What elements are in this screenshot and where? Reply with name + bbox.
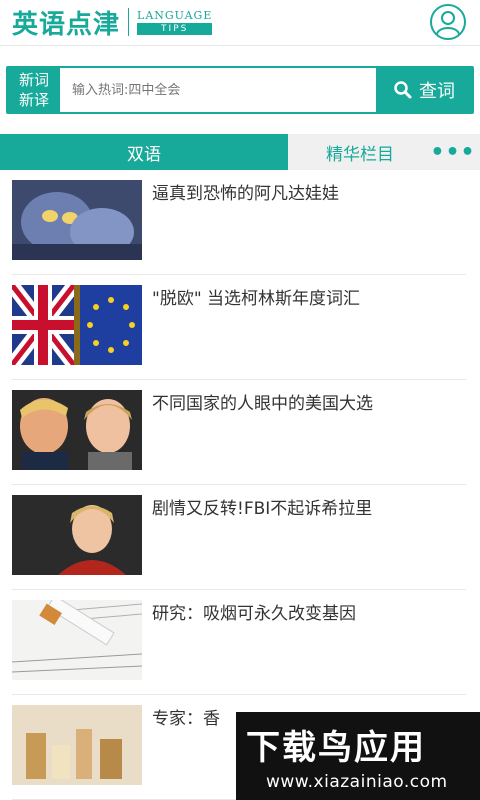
more-tabs-button[interactable]: ••• <box>430 134 474 170</box>
person-icon <box>436 11 460 35</box>
article-title: 剧情又反转!FBI不起诉希拉里 <box>152 499 373 519</box>
new-words-label-line2: 新译 <box>18 91 49 109</box>
app-logo[interactable]: 英语点津 LANGUAGE TIPS <box>12 4 213 40</box>
watermark-url: www.xiazainiao.com <box>266 772 448 792</box>
search-input[interactable] <box>72 76 372 104</box>
search-bar: 新词 新译 查词 <box>6 66 474 114</box>
article-title: 研究：吸烟可永久改变基因 <box>152 604 356 624</box>
article-item[interactable]: 研究：吸烟可永久改变基因 <box>12 590 466 695</box>
watermark-text: 下载鸟应用 <box>246 728 426 768</box>
article-thumbnail <box>12 705 142 785</box>
article-item[interactable]: "脱欧" 当选柯林斯年度词汇 <box>12 275 466 380</box>
article-item[interactable]: 逼真到恐怖的阿凡达娃娃 <box>12 170 466 275</box>
article-thumbnail <box>12 390 142 470</box>
logo-subtitle: LANGUAGE TIPS <box>137 9 213 35</box>
article-title: 不同国家的人眼中的美国大选 <box>152 394 373 414</box>
article-item[interactable]: 不同国家的人眼中的美国大选 <box>12 380 466 485</box>
article-item[interactable]: 剧情又反转!FBI不起诉希拉里 <box>12 485 466 590</box>
article-thumbnail <box>12 180 142 260</box>
app-header: 英语点津 LANGUAGE TIPS <box>0 0 480 46</box>
tab-featured[interactable]: 精华栏目 <box>288 134 432 170</box>
tab-bar: 双语 精华栏目 ••• <box>0 134 480 170</box>
article-title: "脱欧" 当选柯林斯年度词汇 <box>152 289 361 309</box>
search-button[interactable]: 查词 <box>376 68 472 112</box>
user-profile-icon[interactable] <box>430 4 466 40</box>
article-thumbnail <box>12 600 142 680</box>
search-icon <box>394 81 412 99</box>
tab-bilingual[interactable]: 双语 <box>0 134 288 170</box>
logo-divider <box>128 8 130 36</box>
search-button-label: 查词 <box>419 81 455 102</box>
watermark-banner: 下载鸟应用 www.xiazainiao.com <box>236 712 480 800</box>
article-thumbnail <box>12 285 142 365</box>
article-thumbnail <box>12 495 142 575</box>
logo-subtitle-bottom: TIPS <box>137 23 213 35</box>
logo-text: 英语点津 <box>12 9 121 40</box>
logo-subtitle-top: LANGUAGE <box>137 9 213 22</box>
new-words-button[interactable]: 新词 新译 <box>8 68 60 112</box>
new-words-label-line1: 新词 <box>18 71 49 89</box>
article-list: 逼真到恐怖的阿凡达娃娃 "脱欧" 当选柯林斯年度词汇 不同国家的人眼中的美国大选… <box>12 170 466 800</box>
article-title: 逼真到恐怖的阿凡达娃娃 <box>152 184 339 204</box>
